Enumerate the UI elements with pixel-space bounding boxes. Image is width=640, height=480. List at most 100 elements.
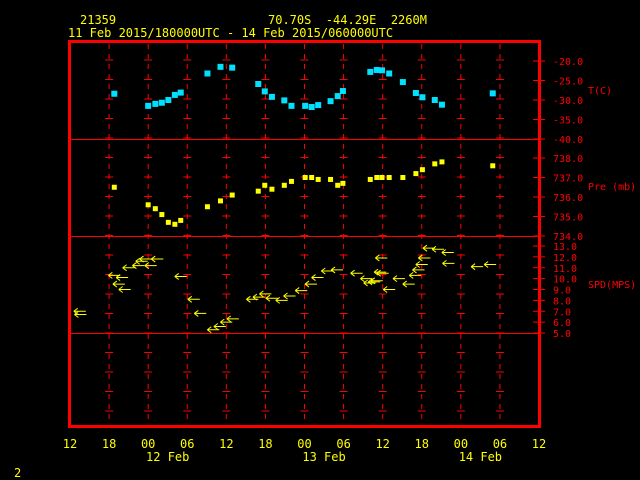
y-tick-label: 12.0 bbox=[553, 253, 577, 264]
x-tick-label: 18 bbox=[102, 437, 116, 451]
pressure-point bbox=[262, 182, 268, 188]
temperature-point bbox=[204, 70, 211, 77]
pressure-point bbox=[302, 175, 308, 180]
temperature-point bbox=[339, 88, 346, 95]
panel-label: T(C) bbox=[588, 86, 612, 97]
pressure-point bbox=[111, 184, 117, 190]
temperature-point bbox=[145, 102, 152, 109]
x-day-label: 12 Feb bbox=[146, 450, 189, 464]
pressure-point bbox=[315, 176, 321, 182]
temperature-point bbox=[152, 100, 159, 107]
page-number: 2 bbox=[14, 466, 21, 480]
y-tick-label: 13.0 bbox=[553, 242, 577, 253]
x-tick-label: 12 bbox=[219, 437, 233, 451]
meteogram-chart: 21359 70.70S -44.29E 2260M 11 Feb 2015/1… bbox=[0, 0, 640, 480]
temperature-point bbox=[431, 97, 438, 103]
pressure-point bbox=[165, 219, 171, 225]
temperature-point bbox=[255, 81, 262, 88]
x-tick-label: 06 bbox=[493, 437, 507, 451]
temperature-point bbox=[334, 93, 341, 100]
x-tick-label: 06 bbox=[336, 437, 350, 451]
pressure-point bbox=[374, 175, 380, 180]
temperature-point bbox=[419, 94, 426, 101]
x-tick-label: 06 bbox=[180, 437, 194, 451]
x-tick-label: 00 bbox=[297, 437, 311, 451]
pressure-point bbox=[204, 204, 210, 210]
pressure-point bbox=[335, 182, 341, 188]
pressure-point bbox=[386, 175, 392, 180]
x-tick-label: 18 bbox=[415, 437, 429, 451]
y-tick-label: -25.0 bbox=[553, 77, 583, 88]
pressure-point bbox=[309, 175, 315, 180]
y-tick-label: -35.0 bbox=[553, 116, 583, 127]
temperature-point bbox=[177, 89, 184, 96]
temperature-point bbox=[261, 88, 268, 95]
y-tick-label: 7.0 bbox=[553, 307, 571, 318]
temperature-point bbox=[489, 90, 496, 97]
x-tick-label: 00 bbox=[454, 437, 468, 451]
temperature-point bbox=[302, 102, 309, 109]
chart-background bbox=[0, 0, 640, 480]
pressure-point bbox=[255, 188, 261, 194]
pressure-point bbox=[379, 175, 385, 180]
x-tick-label: 00 bbox=[141, 437, 155, 451]
temperature-point bbox=[327, 98, 334, 105]
temperature-point bbox=[171, 91, 178, 98]
temperature-point bbox=[315, 102, 322, 109]
station-id: 21359 bbox=[80, 13, 116, 27]
pressure-point bbox=[288, 178, 294, 184]
pressure-point bbox=[172, 221, 178, 227]
y-tick-label: -40.0 bbox=[553, 135, 583, 146]
pressure-point bbox=[419, 167, 425, 173]
x-tick-label: 12 bbox=[375, 437, 389, 451]
pressure-point bbox=[159, 212, 165, 218]
temperature-point bbox=[386, 70, 393, 77]
temperature-point bbox=[399, 79, 406, 86]
pressure-point bbox=[439, 159, 445, 165]
pressure-point bbox=[269, 186, 275, 192]
temperature-point bbox=[158, 99, 165, 106]
pressure-point bbox=[229, 192, 235, 198]
pressure-point bbox=[367, 176, 373, 182]
pressure-point bbox=[152, 206, 158, 212]
panel-label: Pre (mb) bbox=[588, 182, 636, 193]
temperature-point bbox=[373, 66, 380, 73]
x-tick-label: 18 bbox=[258, 437, 272, 451]
x-tick-label: 12 bbox=[532, 437, 546, 451]
y-tick-label: -20.0 bbox=[553, 57, 583, 68]
time-period: 11 Feb 2015/180000UTC - 14 Feb 2015/0600… bbox=[68, 26, 393, 40]
temperature-point bbox=[367, 68, 374, 75]
pressure-point bbox=[178, 217, 184, 223]
y-tick-label: 738.0 bbox=[553, 154, 583, 165]
temperature-point bbox=[308, 104, 315, 111]
y-tick-label: 5.0 bbox=[553, 329, 571, 340]
temperature-point bbox=[217, 63, 224, 70]
station-location: 70.70S -44.29E 2260M bbox=[268, 13, 427, 27]
x-tick-label: 12 bbox=[63, 437, 77, 451]
y-tick-label: 737.0 bbox=[553, 174, 583, 185]
pressure-point bbox=[490, 163, 496, 169]
pressure-point bbox=[340, 180, 346, 186]
y-tick-label: 9.0 bbox=[553, 286, 571, 297]
temperature-point bbox=[111, 90, 118, 97]
temperature-point bbox=[412, 89, 419, 96]
y-tick-label: -30.0 bbox=[553, 96, 583, 107]
temperature-point bbox=[288, 102, 295, 109]
y-tick-label: 6.0 bbox=[553, 318, 571, 329]
temperature-point bbox=[379, 67, 386, 74]
y-tick-label: 10.0 bbox=[553, 275, 577, 286]
pressure-point bbox=[432, 161, 438, 167]
temperature-point bbox=[229, 64, 236, 71]
y-tick-label: 735.0 bbox=[553, 213, 583, 224]
temperature-point bbox=[281, 97, 288, 104]
pressure-point bbox=[281, 182, 287, 188]
pressure-point bbox=[413, 171, 419, 177]
x-day-label: 13 Feb bbox=[302, 450, 345, 464]
y-tick-label: 8.0 bbox=[553, 296, 571, 307]
pressure-point bbox=[328, 176, 334, 182]
x-day-label: 14 Feb bbox=[459, 450, 502, 464]
y-tick-label: 11.0 bbox=[553, 264, 577, 275]
temperature-point bbox=[438, 101, 445, 108]
panel-label: SPD(MPS) bbox=[588, 280, 636, 291]
temperature-point bbox=[165, 97, 172, 103]
